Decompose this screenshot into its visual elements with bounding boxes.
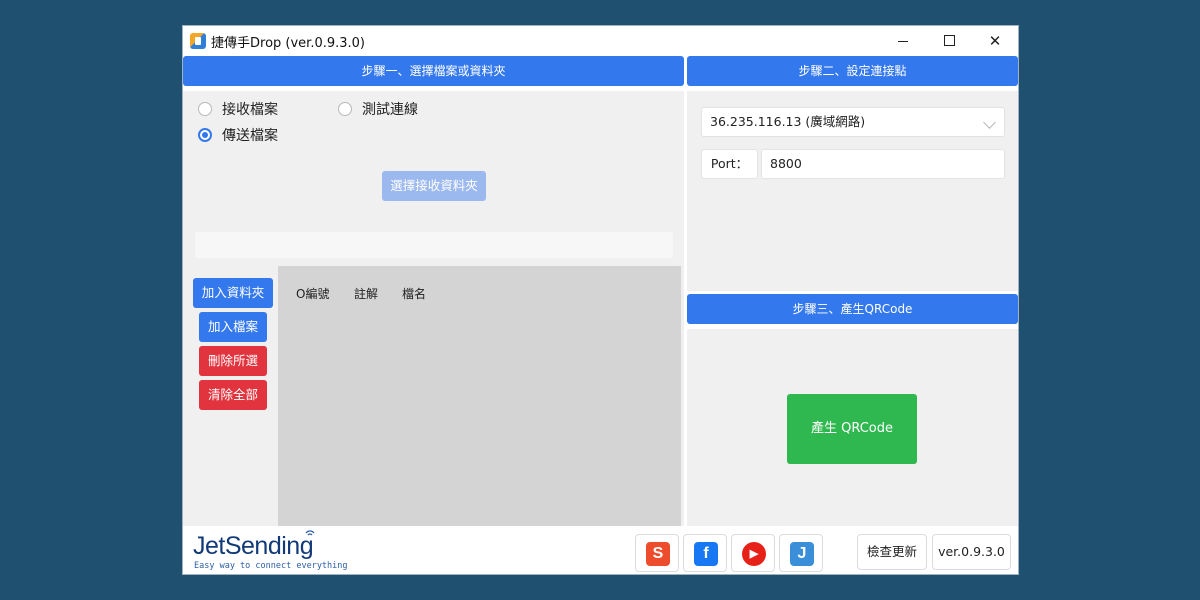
jet-icon: J: [790, 542, 814, 566]
minimize-button[interactable]: [880, 26, 926, 56]
close-button[interactable]: ✕: [972, 26, 1018, 56]
step1-header: 步驟一、選擇檔案或資料夾: [183, 56, 684, 86]
column-header-note[interactable]: 註解: [354, 285, 378, 302]
youtube-link[interactable]: ▶: [731, 534, 775, 572]
facebook-icon: f: [694, 542, 718, 566]
close-icon: ✕: [988, 32, 1002, 50]
radio-test-connection[interactable]: 測試連線: [338, 100, 448, 120]
address-select[interactable]: 36.235.116.13 (廣域網路): [701, 107, 1005, 137]
logo-text: JetSending: [193, 532, 314, 560]
radio-label: 測試連線: [362, 102, 418, 118]
minimize-icon: [898, 41, 908, 42]
address-value: 36.235.116.13 (廣域網路): [710, 114, 866, 129]
shopee-icon: S: [646, 542, 670, 566]
file-list[interactable]: O編號 註解 檔名: [278, 266, 681, 526]
step3-header: 步驟三、產生QRCode: [687, 294, 1018, 324]
client-area: 步驟一、選擇檔案或資料夾 接收檔案 測試連線 傳送檔案 選擇接收資料夾 加入資料…: [183, 56, 1018, 574]
app-window: 捷傳手Drop (ver.0.9.3.0) ✕ 步驟一、選擇檔案或資料夾 接收檔…: [182, 25, 1019, 575]
logo-tagline: Easy way to connect everything: [194, 561, 348, 571]
app-icon: [190, 33, 206, 49]
radio-receive-file[interactable]: 接收檔案: [198, 100, 308, 120]
radio-dot: [198, 128, 212, 142]
radio-label: 傳送檔案: [222, 128, 278, 144]
wifi-icon: [305, 530, 315, 536]
version-label: ver.0.9.3.0: [932, 534, 1011, 570]
footer: JetSending Easy way to connect everythin…: [183, 528, 1018, 574]
step2-panel: 36.235.116.13 (廣域網路) Port： 8800: [687, 91, 1018, 291]
generate-qrcode-button[interactable]: 產生 QRCode: [787, 394, 917, 464]
column-header-filename[interactable]: 檔名: [402, 285, 426, 302]
step3-panel: 產生 QRCode: [687, 329, 1018, 526]
radio-send-file[interactable]: 傳送檔案: [198, 126, 308, 146]
jet-link[interactable]: J: [779, 534, 823, 572]
step1-panel: 接收檔案 測試連線 傳送檔案 選擇接收資料夾 加入資料夾 加入檔案 刪除所選 清…: [183, 91, 684, 526]
window-title: 捷傳手Drop (ver.0.9.3.0): [211, 36, 366, 51]
radio-dot: [338, 102, 352, 116]
radio-label: 接收檔案: [222, 102, 278, 118]
radio-dot: [198, 102, 212, 116]
shopee-link[interactable]: S: [635, 534, 679, 572]
facebook-link[interactable]: f: [683, 534, 727, 572]
jetsending-logo: JetSending Easy way to connect everythin…: [193, 530, 363, 572]
port-label: Port：: [710, 156, 749, 171]
port-input[interactable]: 8800: [761, 149, 1005, 179]
maximize-icon: [943, 34, 955, 46]
clear-all-button[interactable]: 清除全部: [199, 380, 267, 410]
check-update-button[interactable]: 檢查更新: [857, 534, 927, 570]
chevron-down-icon: [983, 116, 996, 129]
step2-header: 步驟二、設定連接點: [687, 56, 1018, 86]
select-receive-folder-button[interactable]: 選擇接收資料夾: [382, 171, 486, 201]
add-file-button[interactable]: 加入檔案: [199, 312, 267, 342]
maximize-button[interactable]: [926, 26, 972, 56]
path-display: [195, 232, 673, 258]
column-header-number[interactable]: O編號: [296, 285, 329, 302]
youtube-icon: ▶: [742, 542, 766, 566]
delete-selected-button[interactable]: 刪除所選: [199, 346, 267, 376]
port-label-box: Port：: [701, 149, 758, 179]
add-folder-button[interactable]: 加入資料夾: [193, 278, 273, 308]
title-bar[interactable]: 捷傳手Drop (ver.0.9.3.0) ✕: [183, 26, 1018, 56]
